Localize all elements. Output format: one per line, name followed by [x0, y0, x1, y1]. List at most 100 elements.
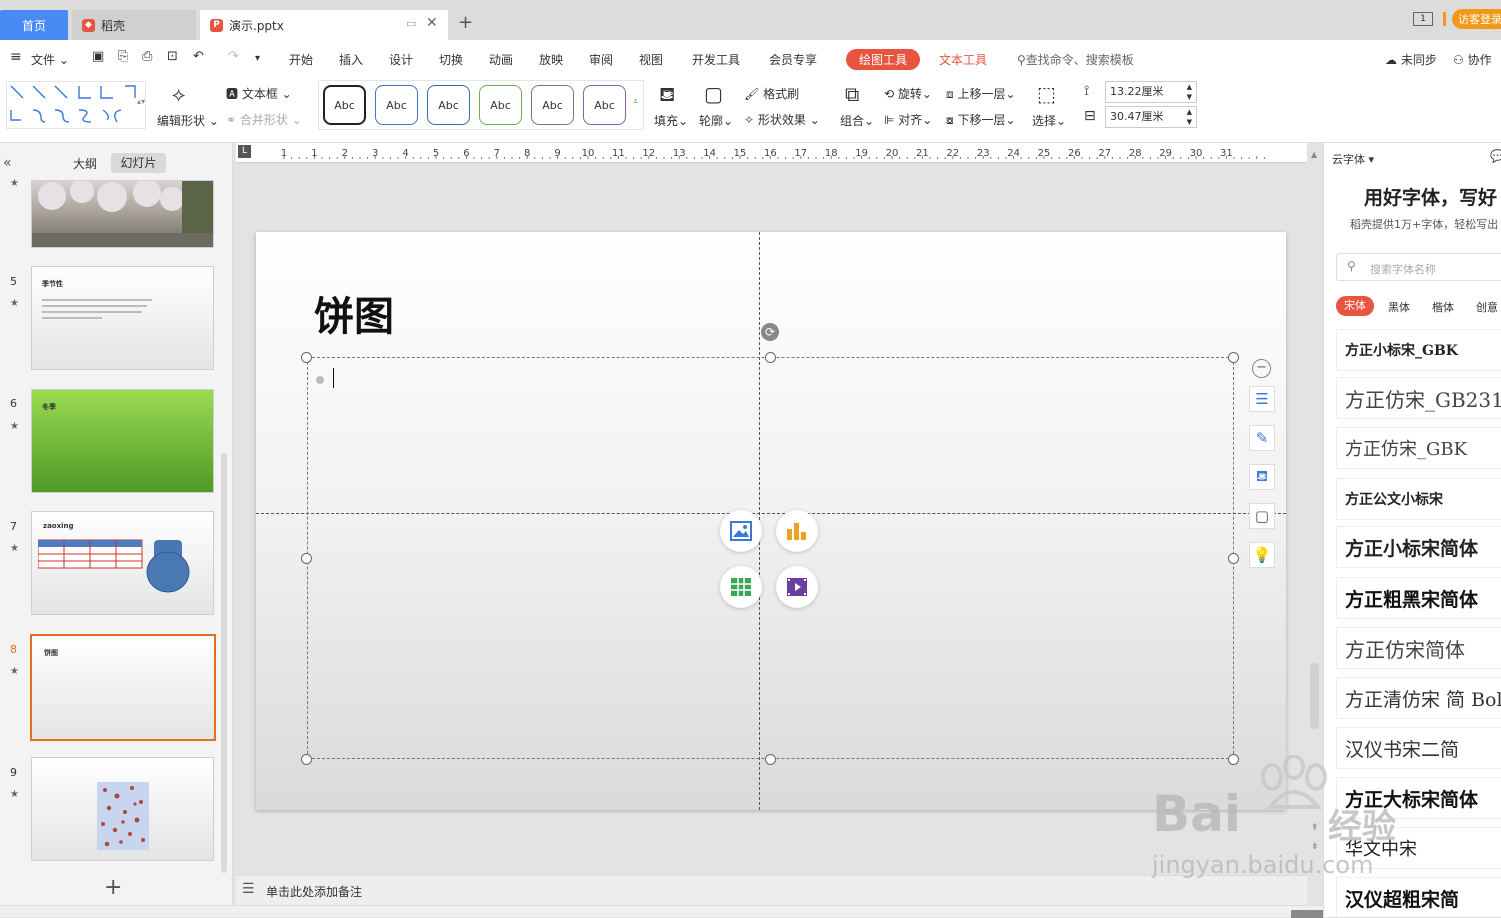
notes-placeholder[interactable]: 单击此处添加备注 [266, 883, 362, 900]
font-item[interactable]: 方正小标宋_GBK [1336, 329, 1501, 371]
tab-text-tool[interactable]: 文本工具 [939, 51, 987, 68]
canvas-scrollbar[interactable] [1310, 663, 1319, 729]
pen-button[interactable]: ✎ [1249, 425, 1275, 451]
width-input[interactable]: 30.47厘米 ▲ ▼ [1105, 106, 1197, 128]
gallery-scroll-icon[interactable]: ▴▾ [137, 97, 145, 106]
width-stepper-icon[interactable]: ▲ ▼ [1187, 107, 1192, 127]
prev-slide-icon[interactable]: ⇞ [1311, 823, 1319, 833]
menu-animation[interactable]: 动画 [489, 51, 513, 68]
menu-transition[interactable]: 切换 [439, 51, 463, 68]
shape-style-5[interactable]: Abc [531, 85, 574, 125]
tab-document[interactable]: P 演示.pptx ▭ ✕ [200, 10, 448, 40]
print-icon[interactable]: ⎙ [142, 49, 152, 64]
scroll-up-icon[interactable]: ▲ [1311, 150, 1317, 159]
font-item[interactable]: 方正粗黑宋简体 [1336, 577, 1501, 619]
insert-table-button[interactable] [720, 566, 762, 608]
font-item[interactable]: 汉仪书宋二简 [1336, 727, 1501, 769]
font-item[interactable]: 方正仿宋_GBK [1336, 427, 1501, 469]
tab-stop-icon[interactable]: L [238, 145, 251, 158]
layers-button[interactable]: ☰ [1249, 386, 1275, 412]
text-box-button[interactable]: 🅰 文本框 ⌄ [226, 85, 292, 102]
resize-handle-e[interactable] [1228, 553, 1239, 564]
horizontal-ruler[interactable]: 1 1 2 3 4 5 6 7 8 9 10 11 12 13 14 15 16 17 18 19 20 21 22 23 24… [236, 143, 1307, 163]
resize-handle-nw[interactable] [301, 352, 312, 363]
slide-thumb-6[interactable]: 冬季 [31, 389, 214, 493]
tab-outline[interactable]: 大纲 [73, 155, 97, 172]
font-search-input[interactable]: ⚲ 搜索字体名称 [1336, 253, 1501, 281]
shape-style-6[interactable]: Abc [583, 85, 626, 125]
line-shape-gallery[interactable] [6, 81, 146, 129]
rotate-handle-icon[interactable]: ⟳ [761, 323, 779, 341]
content-placeholder[interactable] [307, 357, 1234, 759]
resize-handle-se[interactable] [1228, 754, 1239, 765]
format-painter-button[interactable]: 🖌 格式刷 [744, 85, 799, 102]
resize-handle-s[interactable] [765, 754, 776, 765]
shape-style-4[interactable]: Abc [479, 85, 522, 125]
slides-scrollbar[interactable] [221, 453, 227, 873]
insert-chart-button[interactable] [776, 510, 818, 552]
slide-thumb-4[interactable] [31, 180, 214, 248]
shape-style-2[interactable]: Abc [375, 85, 418, 125]
align-button[interactable]: ⊫ 对齐⌄ [884, 111, 932, 128]
hamburger-icon[interactable]: ≡ [10, 49, 22, 65]
save-icon[interactable]: ▣ [92, 49, 104, 64]
quick-access-more-icon[interactable]: ▾ [255, 53, 260, 64]
resize-handle-ne[interactable] [1228, 352, 1239, 363]
fill-shape-button[interactable]: ⛾ [1249, 464, 1275, 490]
slide-thumb-5[interactable]: 季节性 [31, 266, 214, 370]
font-category-songti[interactable]: 宋体 [1336, 296, 1374, 316]
shape-style-1[interactable]: Abc [323, 85, 366, 125]
shape-effect-button[interactable]: ✧ 形状效果 ⌄ [744, 111, 820, 128]
bring-forward-button[interactable]: ⧈ 上移一层⌄ [946, 85, 1016, 102]
new-tab-icon[interactable]: + [458, 12, 473, 33]
font-item[interactable]: 方正公文小标宋 [1336, 478, 1501, 520]
comment-icon[interactable]: 💬 [1490, 149, 1501, 163]
font-item[interactable]: 汉仪超粗宋简 [1336, 877, 1501, 917]
height-input[interactable]: 13.22厘米 ▲ ▼ [1105, 81, 1197, 103]
menu-design[interactable]: 设计 [389, 51, 413, 68]
menu-slideshow[interactable]: 放映 [539, 51, 563, 68]
sync-status[interactable]: ☁ 未同步 [1385, 51, 1437, 68]
tab-drawing-tool[interactable]: 绘图工具 [846, 49, 920, 70]
slide-thumb-8[interactable]: 饼图 [30, 634, 216, 741]
font-item[interactable]: 方正仿宋简体 [1336, 627, 1501, 669]
font-item[interactable]: 方正仿宋_GB2312 [1336, 377, 1501, 419]
add-slide-button[interactable]: + [104, 875, 122, 900]
collapse-toolbar-icon[interactable]: − [1252, 359, 1271, 378]
font-item[interactable]: 华文中宋 [1336, 827, 1501, 869]
undo-icon[interactable]: ↶ [193, 49, 204, 64]
group-button[interactable]: 组合⌄ [840, 112, 874, 129]
fill-button[interactable]: 填充⌄ [654, 112, 688, 129]
menu-review[interactable]: 审阅 [589, 51, 613, 68]
menu-insert[interactable]: 插入 [339, 51, 363, 68]
notes-bar[interactable]: ☰ 单击此处添加备注 [236, 875, 1307, 905]
collapse-pane-icon[interactable]: « [3, 155, 12, 171]
outline-button[interactable]: 轮廓⌄ [699, 112, 733, 129]
insert-picture-button[interactable] [720, 510, 762, 552]
menu-start[interactable]: 开始 [289, 51, 313, 68]
menu-developer[interactable]: 开发工具 [692, 51, 740, 68]
slide-thumb-7[interactable]: zaoxing [31, 511, 214, 615]
command-search[interactable]: ⚲查找命令、搜索模板 [1017, 51, 1134, 68]
font-category-heiti[interactable]: 黑体 [1388, 299, 1410, 315]
smart-suggest-button[interactable]: 💡 [1249, 542, 1275, 568]
font-item[interactable]: 方正清仿宋 简 Bold [1336, 677, 1501, 719]
print-preview-icon[interactable]: ⊡ [167, 49, 178, 64]
menu-member[interactable]: 会员专享 [769, 51, 817, 68]
font-category-creative[interactable]: 创意 [1476, 299, 1498, 315]
font-item[interactable]: 方正小标宋简体 [1336, 526, 1501, 568]
select-button[interactable]: 选择⌄ [1032, 112, 1066, 129]
font-item[interactable]: 方正大标宋简体 [1336, 777, 1501, 819]
close-tab-icon[interactable]: ✕ [426, 15, 438, 31]
merge-shape-button[interactable]: ⚭ 合并形状 ⌄ [226, 111, 302, 128]
tab-daoke[interactable]: ◆ 稻壳 [72, 10, 196, 40]
rotate-button[interactable]: ⟲ 旋转⌄ [884, 85, 932, 102]
cloud-font-dropdown[interactable]: 云字体 ▾ [1332, 151, 1374, 167]
height-stepper-icon[interactable]: ▲ ▼ [1187, 82, 1192, 102]
guest-login-button[interactable]: 访客登录 [1452, 9, 1501, 29]
next-slide-icon[interactable]: ⇟ [1311, 842, 1319, 852]
menu-view[interactable]: 视图 [639, 51, 663, 68]
outline-shape-button[interactable]: ▢ [1249, 503, 1275, 529]
insert-video-button[interactable] [776, 566, 818, 608]
slide-title[interactable]: 饼图 [314, 284, 394, 342]
